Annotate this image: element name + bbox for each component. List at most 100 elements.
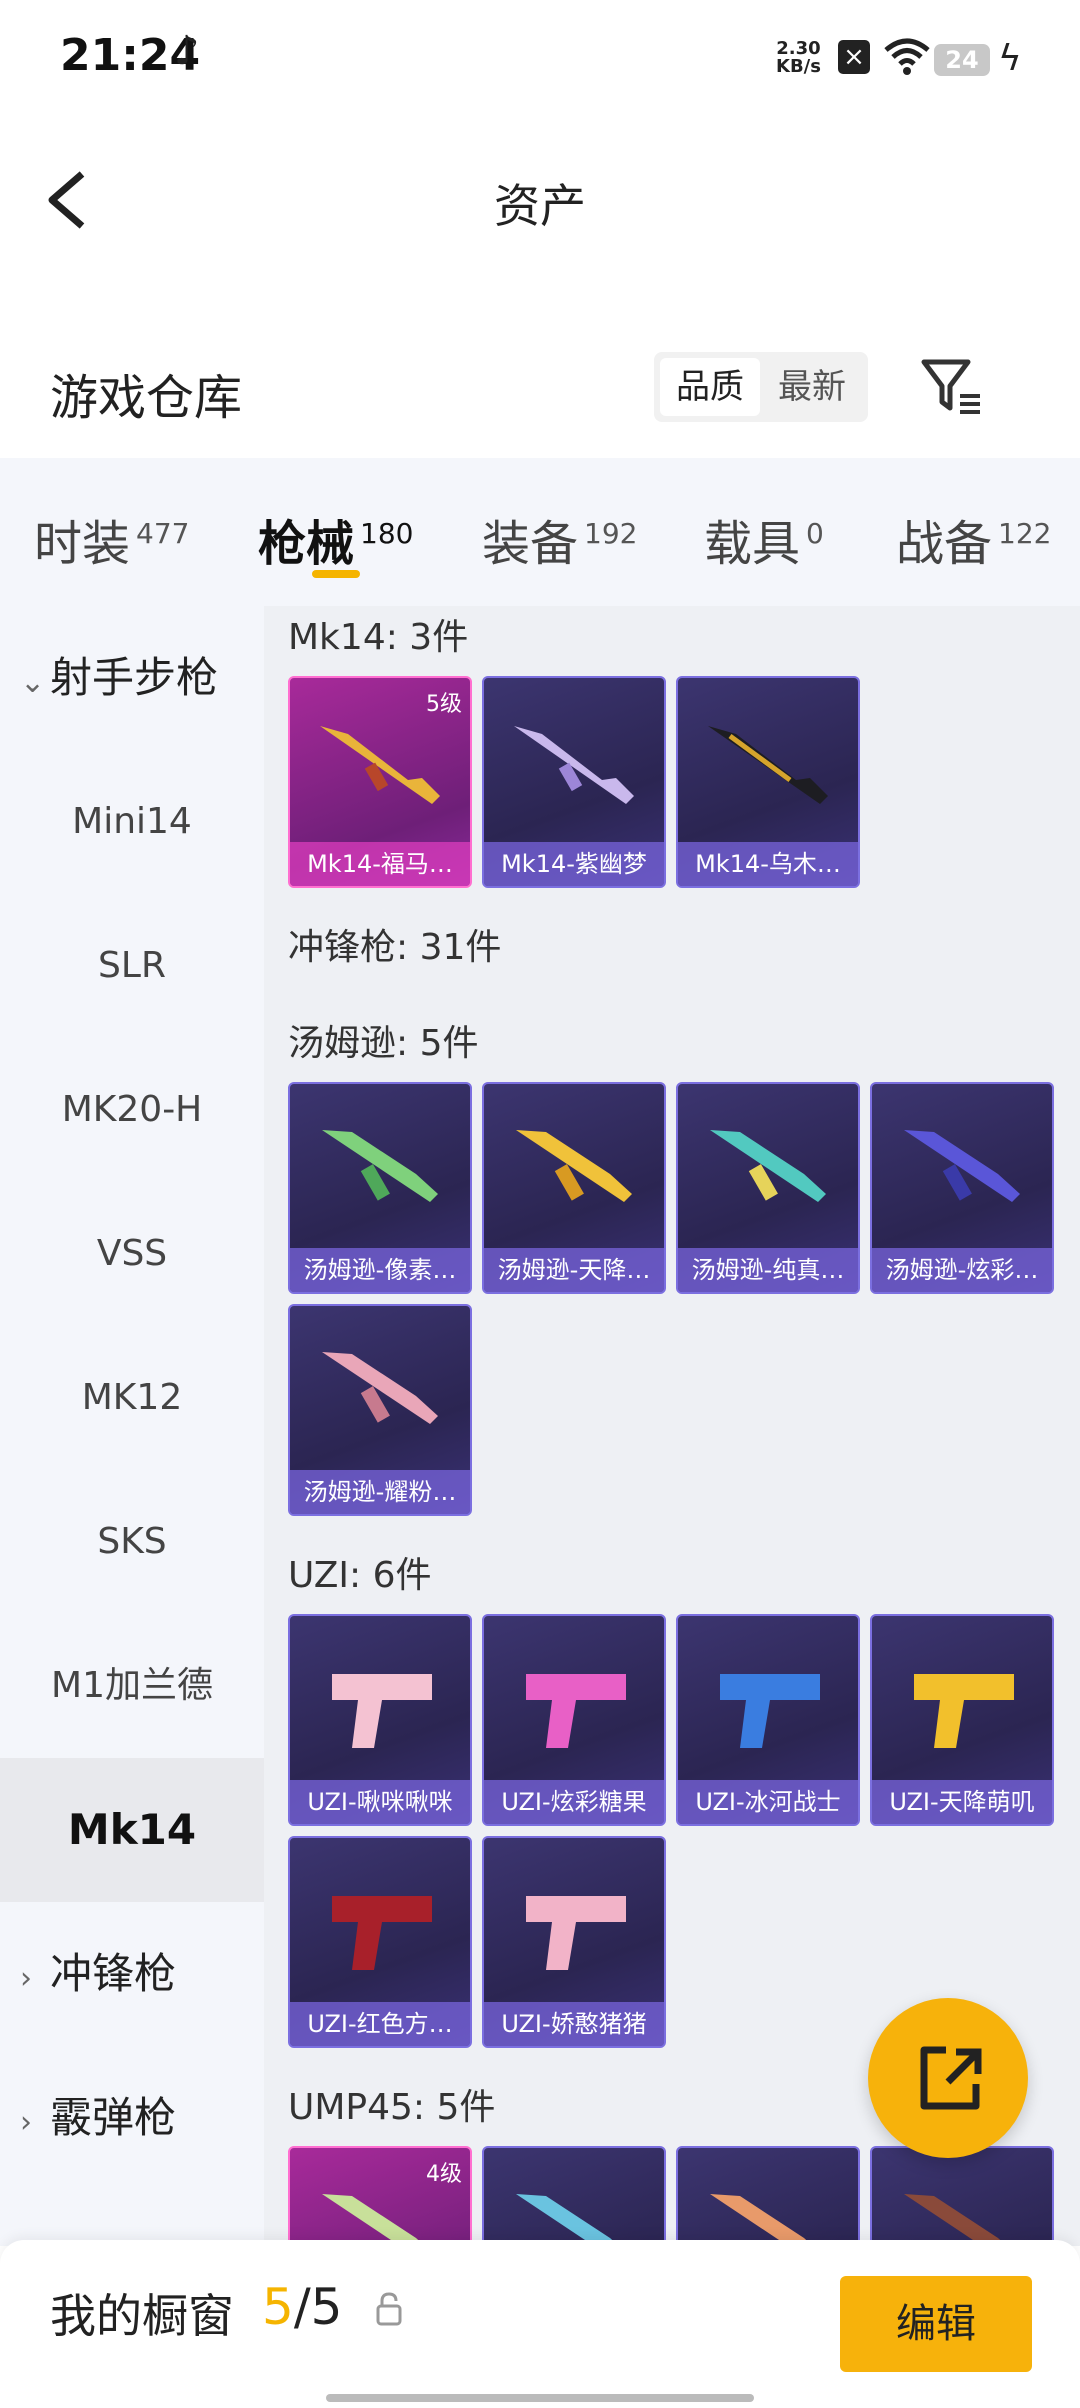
weapon-card[interactable]: 4级 [288, 2146, 472, 2246]
weapon-name: 汤姆逊-纯真… [678, 1248, 858, 1292]
weapon-name: UZI-天降萌叽 [872, 1780, 1052, 1824]
weapon-card[interactable]: 5级 Mk14-福马… [288, 676, 472, 888]
group-title: UZI: 6件 [288, 1555, 432, 1596]
section-title: 游戏仓库 [50, 370, 243, 426]
weapon-name: UZI-娇憨猪猪 [484, 2002, 664, 2046]
weapon-name: Mk14-乌木… [678, 842, 858, 886]
rifle-icon [708, 726, 828, 804]
tab-count: 180 [360, 517, 414, 550]
tab-equipment[interactable]: 装备 192 [482, 504, 637, 574]
weapon-card[interactable] [870, 2146, 1054, 2246]
weapon-card[interactable]: UZI-红色方… [288, 1836, 472, 2048]
showcase-count-current: 5 [262, 2278, 294, 2336]
weapon-card[interactable]: UZI-娇憨猪猪 [482, 1836, 666, 2048]
network-speed-unit: KB/s [776, 56, 821, 77]
tab-count: 477 [136, 517, 190, 550]
group-title: Mk14: 3件 [288, 617, 469, 658]
group-title: 汤姆逊: 5件 [288, 1023, 479, 1064]
sidebar-item-slr[interactable]: SLR [0, 894, 264, 1038]
smg-icon [904, 2194, 1007, 2246]
level-badge: 4级 [426, 2162, 462, 2187]
chevron-right-icon: › [20, 2105, 32, 2140]
pistol-icon [720, 1674, 820, 1748]
network-speed: 2.30 KB/s [776, 40, 821, 76]
smg-icon [516, 2194, 619, 2246]
tiktok-icon: ♪ [174, 28, 200, 74]
status-bar: 21:24 ♪ 2.30 KB/s × 24 ϟ [0, 0, 1080, 120]
tab-label: 载具 [704, 516, 801, 572]
weapon-card[interactable]: UZI-炫彩糖果 [482, 1614, 666, 1826]
weapon-card[interactable]: 汤姆逊-像素… [288, 1082, 472, 1294]
sort-newest-button[interactable]: 最新 [762, 358, 862, 416]
weapon-name: 汤姆逊-像素… [290, 1248, 470, 1292]
weapon-sidebar: ⌄ 射手步枪 Mini14 SLR MK20-H VSS MK12 SKS M1加… [0, 606, 264, 2246]
weapon-card[interactable]: UZI-冰河战士 [676, 1614, 860, 1826]
showcase-count: 5/5 [262, 2278, 342, 2336]
weapon-name: Mk14-福马… [290, 842, 470, 886]
weapon-card[interactable] [482, 2146, 666, 2246]
share-external-icon [920, 2046, 982, 2110]
tab-label: 枪械 [258, 516, 355, 572]
weapon-card[interactable]: UZI-天降萌叽 [870, 1614, 1054, 1826]
tab-count: 0 [806, 517, 824, 550]
charging-icon: ϟ [998, 38, 1022, 79]
tab-count: 122 [998, 517, 1052, 550]
tab-vehicles[interactable]: 载具 0 [704, 504, 824, 574]
weapon-card[interactable]: UZI-啾咪啾咪 [288, 1614, 472, 1826]
no-sim-icon: × [838, 40, 870, 74]
sidebar-item-m1garand[interactable]: M1加兰德 [0, 1614, 264, 1758]
weapon-card[interactable]: Mk14-乌木… [676, 676, 860, 888]
battery-icon: 24 [934, 44, 990, 76]
sidebar-item-mk20h[interactable]: MK20-H [0, 1038, 264, 1182]
smg-icon [710, 1130, 826, 1202]
group-title: UMP45: 5件 [288, 2087, 496, 2128]
sidebar-item-vss[interactable]: VSS [0, 1182, 264, 1326]
share-button[interactable] [868, 1998, 1028, 2158]
sidebar-item-sks[interactable]: SKS [0, 1470, 264, 1614]
sidebar-category-smg[interactable]: › 冲锋枪 [20, 1902, 176, 2046]
weapon-name: UZI-红色方… [290, 2002, 470, 2046]
pistol-icon [332, 1896, 432, 1970]
tab-firearms[interactable]: 枪械 180 [258, 504, 413, 574]
sidebar-category-label: 射手步枪 [50, 653, 219, 702]
pistol-icon [332, 1674, 432, 1748]
weapon-name: UZI-冰河战士 [678, 1780, 858, 1824]
showcase-bar: 我的橱窗 5/5 编辑 [0, 2240, 1080, 2408]
smg-icon [322, 1130, 438, 1202]
chevron-right-icon: › [20, 1961, 32, 1996]
pistol-icon [914, 1674, 1014, 1748]
filter-icon[interactable] [920, 356, 984, 416]
weapon-card[interactable]: 汤姆逊-耀粉… [288, 1304, 472, 1516]
weapon-name: 汤姆逊-炫彩… [872, 1248, 1052, 1292]
chevron-down-icon: ⌄ [20, 665, 46, 700]
sidebar-category-label: 冲锋枪 [50, 1949, 177, 1998]
smg-icon [904, 1130, 1020, 1202]
tab-supplies[interactable]: 战备 122 [896, 504, 1051, 574]
wifi-icon [884, 38, 930, 75]
weapon-name: Mk14-紫幽梦 [484, 842, 664, 886]
page-title: 资产 [494, 179, 586, 233]
edit-button[interactable]: 编辑 [840, 2276, 1032, 2372]
category-tabs: 时装 477 枪械 180 装备 192 载具 0 战备 122 [0, 458, 1080, 606]
sidebar-category-shotgun[interactable]: › 霰弹枪 [20, 2046, 176, 2190]
tab-fashion[interactable]: 时装 477 [34, 504, 189, 574]
active-tab-indicator [312, 570, 360, 578]
showcase-count-total: /5 [293, 2278, 343, 2336]
sidebar-item-mk12[interactable]: MK12 [0, 1326, 264, 1470]
weapon-card[interactable]: 汤姆逊-炫彩… [870, 1082, 1054, 1294]
weapon-name: UZI-啾咪啾咪 [290, 1780, 470, 1824]
tab-label: 时装 [34, 516, 131, 572]
pistol-icon [526, 1674, 626, 1748]
sidebar-item-mini14[interactable]: Mini14 [0, 750, 264, 894]
weapon-name: 汤姆逊-天降… [484, 1248, 664, 1292]
sort-quality-button[interactable]: 品质 [660, 358, 760, 416]
weapon-name: UZI-炫彩糖果 [484, 1780, 664, 1824]
weapon-card[interactable] [676, 2146, 860, 2246]
weapon-card[interactable]: 汤姆逊-天降… [482, 1082, 666, 1294]
sidebar-item-mk14[interactable]: Mk14 [0, 1758, 264, 1902]
smg-icon [516, 1130, 632, 1202]
sort-toggle: 品质 最新 [654, 352, 868, 422]
weapon-card[interactable]: Mk14-紫幽梦 [482, 676, 666, 888]
sidebar-category-marksman[interactable]: ⌄ 射手步枪 [20, 606, 218, 750]
weapon-card[interactable]: 汤姆逊-纯真… [676, 1082, 860, 1294]
